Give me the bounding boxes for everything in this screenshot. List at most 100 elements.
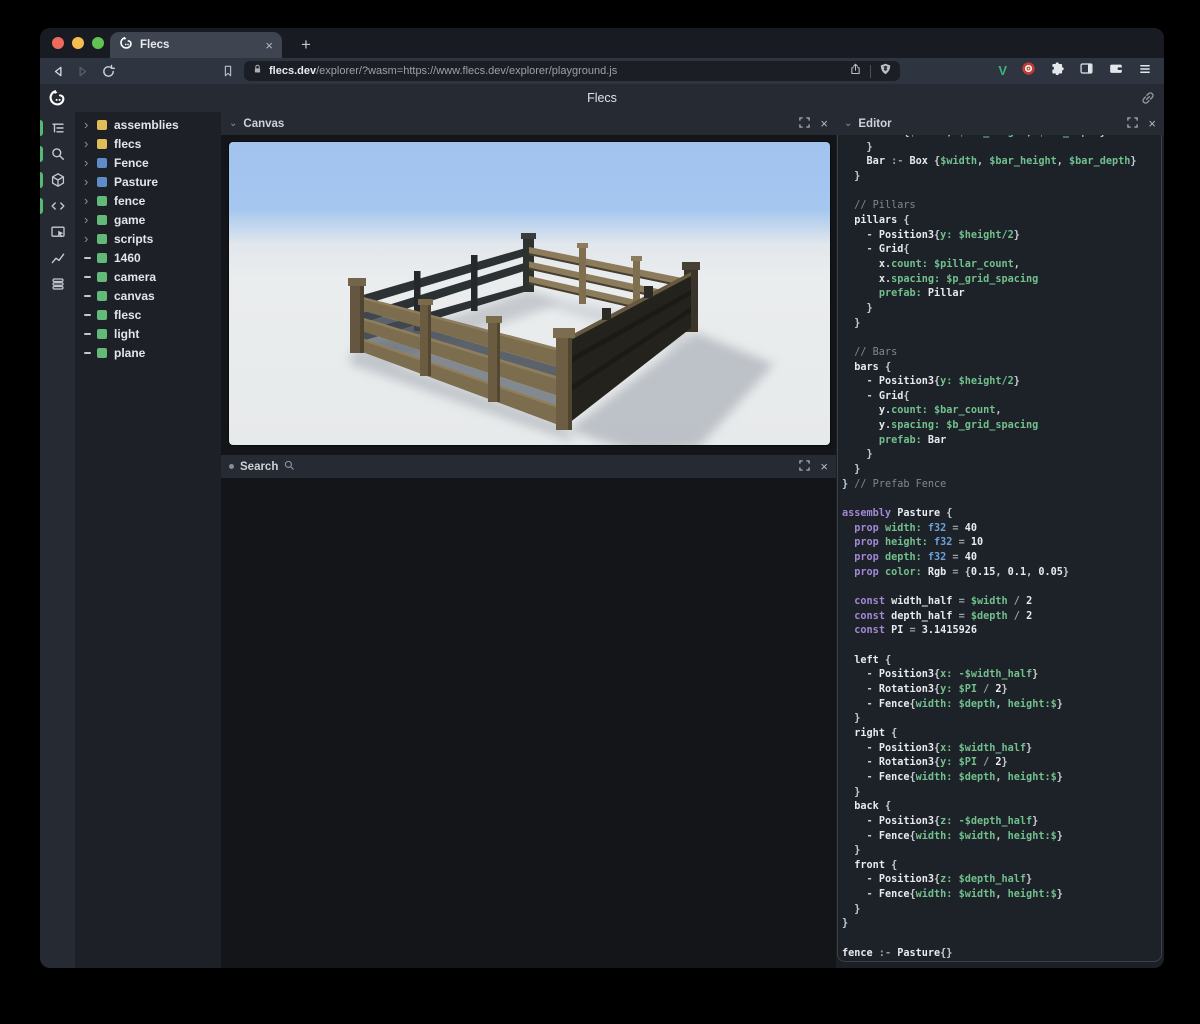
- url-text: flecs.dev/explorer/?wasm=https://www.fle…: [269, 65, 843, 77]
- stats-chart-icon[interactable]: [40, 245, 75, 271]
- menu-icon[interactable]: [1138, 62, 1152, 81]
- brave-shield-icon[interactable]: [879, 62, 892, 81]
- code-line: - Fence{width: $width, height:$}: [842, 830, 1063, 842]
- minimize-window-button[interactable]: [72, 37, 84, 49]
- 3d-viewport[interactable]: [228, 141, 831, 446]
- fence-3d-render: [229, 142, 830, 445]
- tree-item-Pasture[interactable]: › Pasture: [75, 172, 221, 191]
- tree-item-flecs[interactable]: › flecs: [75, 134, 221, 153]
- browser-tabstrip: Flecs × +: [40, 28, 1164, 58]
- close-panel-icon[interactable]: ×: [820, 117, 828, 130]
- tree-item-label: flesc: [114, 307, 142, 322]
- url-bar[interactable]: flecs.dev/explorer/?wasm=https://www.fle…: [244, 61, 900, 81]
- code-line: - Position3{z: $depth_half}: [842, 874, 1033, 886]
- back-button[interactable]: [50, 63, 66, 79]
- vue-devtools-icon[interactable]: V: [998, 63, 1007, 79]
- code-line: }: [842, 317, 861, 329]
- tab-close-icon[interactable]: ×: [265, 39, 273, 52]
- entity-color-square: [97, 214, 107, 225]
- red-extension-icon[interactable]: [1021, 61, 1036, 81]
- code-line: - Position3{z: -$depth_half}: [842, 815, 1039, 827]
- new-tab-button[interactable]: +: [294, 33, 318, 57]
- collapse-chevron-icon[interactable]: ⌄: [844, 118, 852, 128]
- search-icon: [284, 458, 295, 476]
- code-line: } // Prefab Fence: [842, 478, 947, 490]
- code-line: }: [842, 170, 861, 182]
- expand-arrow-icon[interactable]: ›: [84, 118, 97, 131]
- wallet-icon[interactable]: [1108, 61, 1124, 81]
- sidebar-toggle-icon[interactable]: [1079, 61, 1094, 81]
- code-line: }: [842, 786, 861, 798]
- leaf-dash-icon: [84, 294, 97, 297]
- code-editor[interactable]: - Box {$width, $bar_height, $bar_depth} …: [837, 135, 1162, 962]
- url-divider: [870, 64, 871, 78]
- canvas-panel-title: Canvas: [243, 117, 285, 130]
- code-line: }: [842, 141, 873, 153]
- close-panel-icon[interactable]: ×: [820, 460, 828, 473]
- tree-item-1460[interactable]: 1460: [75, 248, 221, 267]
- tree-item-game[interactable]: › game: [75, 210, 221, 229]
- inspector-icon[interactable]: [40, 219, 75, 245]
- expand-arrow-icon[interactable]: ›: [84, 175, 97, 188]
- extensions-puzzle-icon[interactable]: [1050, 61, 1065, 81]
- code-line: right {: [854, 727, 898, 739]
- tree-item-label: canvas: [114, 288, 155, 303]
- tree-item-Fence[interactable]: › Fence: [75, 153, 221, 172]
- code-line: Bar :- Box {$width, $bar_height, $bar_de…: [866, 156, 1137, 168]
- query-search-icon[interactable]: [40, 141, 75, 167]
- expand-panel-icon[interactable]: [1127, 115, 1139, 133]
- code-line: back {: [854, 801, 892, 813]
- entity-color-square: [97, 309, 107, 320]
- tree-item-canvas[interactable]: canvas: [75, 286, 221, 305]
- tree-item-plane[interactable]: plane: [75, 343, 221, 362]
- close-window-button[interactable]: [52, 37, 64, 49]
- share-icon[interactable]: [849, 62, 862, 81]
- entity-color-square: [97, 233, 107, 244]
- code-line: }: [842, 918, 849, 930]
- collapse-chevron-icon[interactable]: ⌄: [229, 118, 237, 128]
- expand-arrow-icon[interactable]: ›: [84, 137, 97, 150]
- tree-item-flesc[interactable]: flesc: [75, 305, 221, 324]
- code-line: prefab: Bar: [878, 434, 947, 446]
- reload-button[interactable]: [100, 63, 116, 79]
- code-line: y.count: $bar_count,: [878, 405, 1002, 417]
- bookmark-icon[interactable]: [220, 63, 236, 79]
- code-line: - Position3{x: $width_half}: [842, 742, 1033, 754]
- tab-favicon-flecs-logo-icon: [119, 36, 133, 55]
- scene-cube-icon[interactable]: [40, 167, 75, 193]
- code-line: y.spacing: $b_grid_spacing: [878, 420, 1039, 432]
- expand-arrow-icon[interactable]: ›: [84, 213, 97, 226]
- leaf-dash-icon: [84, 275, 97, 278]
- lock-icon: [252, 62, 263, 80]
- data-stack-icon[interactable]: [40, 271, 75, 297]
- search-panel-header: Search ×: [221, 455, 836, 478]
- tree-item-light[interactable]: light: [75, 324, 221, 343]
- tree-item-fence[interactable]: › fence: [75, 191, 221, 210]
- close-panel-icon[interactable]: ×: [1148, 117, 1156, 130]
- entity-color-square: [97, 157, 107, 168]
- forward-button[interactable]: [74, 63, 90, 79]
- tree-item-assemblies[interactable]: › assemblies: [75, 115, 221, 134]
- tree-item-camera[interactable]: camera: [75, 267, 221, 286]
- expand-arrow-icon[interactable]: ›: [84, 194, 97, 207]
- code-line: - Position3{x: -$width_half}: [842, 669, 1039, 681]
- tree-item-scripts[interactable]: › scripts: [75, 229, 221, 248]
- script-code-icon[interactable]: [40, 193, 75, 219]
- left-icon-sidebar: [40, 112, 75, 968]
- browser-tab-flecs[interactable]: Flecs ×: [110, 32, 282, 58]
- code-line: prop depth: f32 = 40: [854, 552, 977, 564]
- entity-tree-icon[interactable]: [40, 115, 75, 141]
- panel-dot-icon[interactable]: [229, 464, 234, 469]
- expand-panel-icon[interactable]: [799, 458, 811, 476]
- search-panel-content: [221, 478, 836, 968]
- tree-item-label: Pasture: [114, 174, 159, 189]
- url-domain: flecs.dev: [269, 65, 317, 77]
- share-link-icon[interactable]: [1140, 90, 1156, 111]
- zoom-window-button[interactable]: [92, 37, 104, 49]
- expand-arrow-icon[interactable]: ›: [84, 232, 97, 245]
- expand-arrow-icon[interactable]: ›: [84, 156, 97, 169]
- expand-panel-icon[interactable]: [799, 115, 811, 133]
- code-line: - Fence{width: $depth, height:$}: [842, 698, 1063, 710]
